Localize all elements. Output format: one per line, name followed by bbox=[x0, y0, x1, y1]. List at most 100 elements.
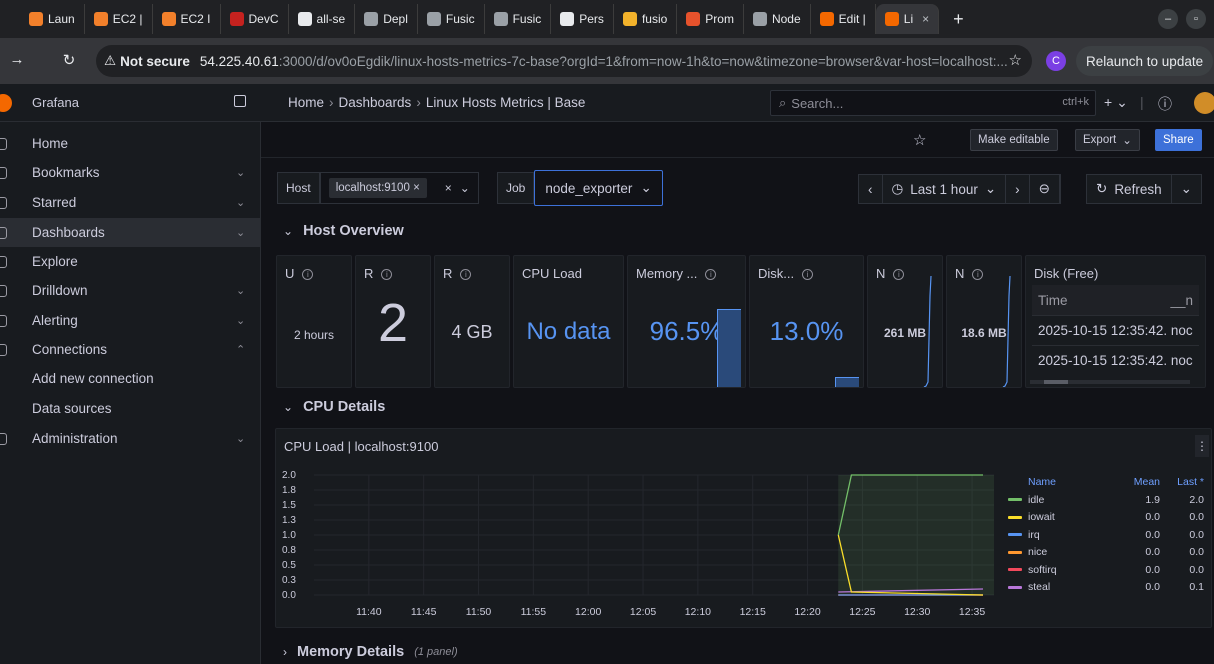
chart-legend: Name Mean Last * idle 1.9 2.0 iowait 0.0 0.0 irq 0… bbox=[1008, 473, 1210, 596]
browser-tab[interactable]: Laun bbox=[20, 4, 85, 34]
chevron-icon[interactable]: ⌄ bbox=[236, 166, 245, 179]
sidebar-item-alerting[interactable]: Alerting ⌄ bbox=[0, 306, 260, 335]
grafana-logo-icon[interactable] bbox=[0, 94, 12, 112]
sidebar-item-starred[interactable]: Starred ⌄ bbox=[0, 188, 260, 217]
legend-item[interactable]: iowait 0.0 0.0 bbox=[1008, 509, 1210, 527]
browser-tab[interactable]: EC2 | bbox=[85, 4, 153, 34]
panel-menu-icon[interactable]: ⋮ bbox=[1195, 435, 1209, 457]
browser-tab[interactable]: Prom bbox=[677, 4, 744, 34]
info-icon[interactable]: i bbox=[381, 269, 393, 281]
relaunch-button[interactable]: Relaunch to update bbox=[1076, 46, 1214, 76]
sidebar-item-explore[interactable]: Explore bbox=[0, 247, 260, 276]
browser-tab[interactable]: EC2 I bbox=[153, 4, 221, 34]
tab-label: DevC bbox=[248, 12, 279, 26]
forward-icon[interactable]: → bbox=[4, 51, 30, 68]
legend-mean: 0.0 bbox=[1145, 563, 1160, 576]
chevron-icon[interactable]: ⌄ bbox=[236, 314, 245, 327]
help-icon[interactable]: ⓘ bbox=[1158, 94, 1172, 114]
time-back-button[interactable]: ‹ bbox=[859, 174, 883, 204]
share-button[interactable]: Share bbox=[1155, 129, 1202, 151]
info-icon[interactable]: i bbox=[302, 269, 314, 281]
star-dashboard-icon[interactable]: ☆ bbox=[913, 131, 926, 149]
browser-tab[interactable]: Pers bbox=[551, 4, 614, 34]
row-host-overview[interactable]: ⌄ Host Overview bbox=[283, 223, 404, 239]
breadcrumb-dashboards[interactable]: Dashboards bbox=[339, 95, 412, 110]
breadcrumb-current: Linux Hosts Metrics | Base bbox=[425, 95, 586, 110]
column-header-name[interactable]: __n bbox=[1170, 293, 1193, 308]
export-button[interactable]: Export ⌄ bbox=[1075, 129, 1140, 151]
column-header-time[interactable]: Time bbox=[1038, 293, 1068, 308]
chevron-icon[interactable]: ⌄ bbox=[236, 226, 245, 239]
host-chip[interactable]: localhost:9100 × bbox=[328, 178, 427, 198]
time-range-picker[interactable]: ◷ Last 1 hour ⌄ bbox=[883, 174, 1006, 204]
job-variable-select[interactable]: node_exporter ⌄ bbox=[534, 170, 663, 206]
minimize-icon[interactable]: – bbox=[1158, 9, 1178, 29]
row-memory-details[interactable]: › Memory Details (1 panel) bbox=[283, 644, 458, 660]
browser-tab[interactable]: Node bbox=[744, 4, 811, 34]
bookmark-star-icon[interactable]: ☆ bbox=[1009, 51, 1022, 69]
chevron-icon[interactable]: ⌄ bbox=[236, 284, 245, 297]
host-variable-select[interactable]: localhost:9100 × × ⌄ bbox=[319, 172, 479, 204]
sidebar-item-connections[interactable]: Connections ⌃ bbox=[0, 335, 260, 364]
chevron-icon[interactable]: ⌄ bbox=[236, 432, 245, 445]
url-field[interactable]: ⚠ Not secure 54.225.40.61 :3000/d/ov0oEg… bbox=[96, 45, 1032, 77]
new-tab-icon[interactable]: + bbox=[939, 9, 978, 30]
browser-tab[interactable]: Edit | bbox=[811, 4, 876, 34]
sparkline-path bbox=[923, 275, 932, 387]
browser-tab[interactable]: fusio bbox=[614, 4, 678, 34]
close-icon[interactable]: × bbox=[413, 182, 420, 194]
table-cell-name: noc bbox=[1170, 353, 1193, 368]
row-cpu-details[interactable]: ⌄ CPU Details bbox=[283, 399, 385, 415]
chevron-icon[interactable]: ⌃ bbox=[236, 343, 245, 356]
make-editable-button[interactable]: Make editable bbox=[970, 129, 1058, 151]
browser-tab[interactable]: DevC bbox=[221, 4, 289, 34]
add-icon[interactable]: + ⌄ bbox=[1104, 94, 1128, 111]
dock-menu-icon[interactable] bbox=[234, 95, 246, 107]
chevron-icon[interactable]: ⌄ bbox=[236, 196, 245, 209]
browser-tab[interactable]: Li × bbox=[875, 4, 940, 34]
reload-icon[interactable]: ↻ bbox=[56, 51, 82, 69]
horizontal-scrollbar[interactable] bbox=[1030, 380, 1190, 384]
sidebar-item-data-sources[interactable]: Data sources bbox=[0, 394, 260, 423]
legend-item[interactable]: irq 0.0 0.0 bbox=[1008, 526, 1210, 544]
refresh-button[interactable]: ↻ Refresh bbox=[1087, 174, 1172, 204]
time-forward-button[interactable]: › bbox=[1005, 174, 1030, 204]
sidebar-item-dashboards[interactable]: Dashboards ⌄ bbox=[0, 218, 260, 247]
sidebar-item-add-new-connection[interactable]: Add new connection bbox=[0, 364, 260, 393]
refresh-interval-dropdown[interactable]: ⌄ bbox=[1172, 174, 1201, 204]
sidebar-item-home[interactable]: Home bbox=[0, 129, 260, 158]
legend-item[interactable]: idle 1.9 2.0 bbox=[1008, 491, 1210, 509]
browser-tab[interactable]: all-se bbox=[289, 4, 356, 34]
search-input[interactable]: ⌕ Search... ctrl+k bbox=[770, 90, 1096, 116]
table-row: 2025-10-15 12:35:42. noc bbox=[1032, 345, 1199, 375]
tab-favicon-icon bbox=[426, 12, 441, 26]
breadcrumb-home[interactable]: Home bbox=[288, 95, 324, 110]
profile-avatar[interactable]: C bbox=[1046, 51, 1066, 71]
browser-tab[interactable]: Depl bbox=[355, 4, 418, 34]
info-icon[interactable]: i bbox=[802, 269, 814, 281]
info-icon[interactable]: i bbox=[460, 269, 472, 281]
info-icon[interactable]: i bbox=[705, 269, 717, 281]
host-chip-label: localhost:9100 bbox=[335, 182, 410, 194]
sparkline bbox=[923, 275, 932, 387]
sidebar-item-drilldown[interactable]: Drilldown ⌄ bbox=[0, 276, 260, 305]
legend-item[interactable]: nice 0.0 0.0 bbox=[1008, 544, 1210, 562]
search-placeholder: Search... bbox=[791, 95, 844, 111]
browser-tab[interactable]: Fusic bbox=[418, 4, 485, 34]
legend-column-header[interactable]: Mean bbox=[1108, 476, 1160, 488]
zoom-out-button[interactable]: ⊖ bbox=[1030, 174, 1060, 204]
user-avatar[interactable] bbox=[1194, 92, 1214, 114]
legend-item[interactable]: softirq 0.0 0.0 bbox=[1008, 561, 1210, 579]
clock-icon: ◷ bbox=[891, 181, 904, 196]
legend-column-header[interactable]: Last * bbox=[1160, 476, 1204, 488]
close-tab-icon[interactable]: × bbox=[922, 12, 929, 26]
legend-item[interactable]: steal 0.0 0.1 bbox=[1008, 579, 1210, 597]
sidebar-item-bookmarks[interactable]: Bookmarks ⌄ bbox=[0, 158, 260, 187]
browser-tab[interactable]: Fusic bbox=[485, 4, 552, 34]
scrollbar-thumb[interactable] bbox=[1044, 380, 1068, 384]
window-restore-icon[interactable]: ▫ bbox=[1186, 9, 1206, 29]
legend-column-header[interactable]: Name bbox=[1008, 476, 1108, 488]
clear-icon[interactable]: × bbox=[445, 181, 452, 195]
sidebar-item-administration[interactable]: Administration ⌄ bbox=[0, 424, 260, 453]
legend-mean: 0.0 bbox=[1145, 581, 1160, 594]
